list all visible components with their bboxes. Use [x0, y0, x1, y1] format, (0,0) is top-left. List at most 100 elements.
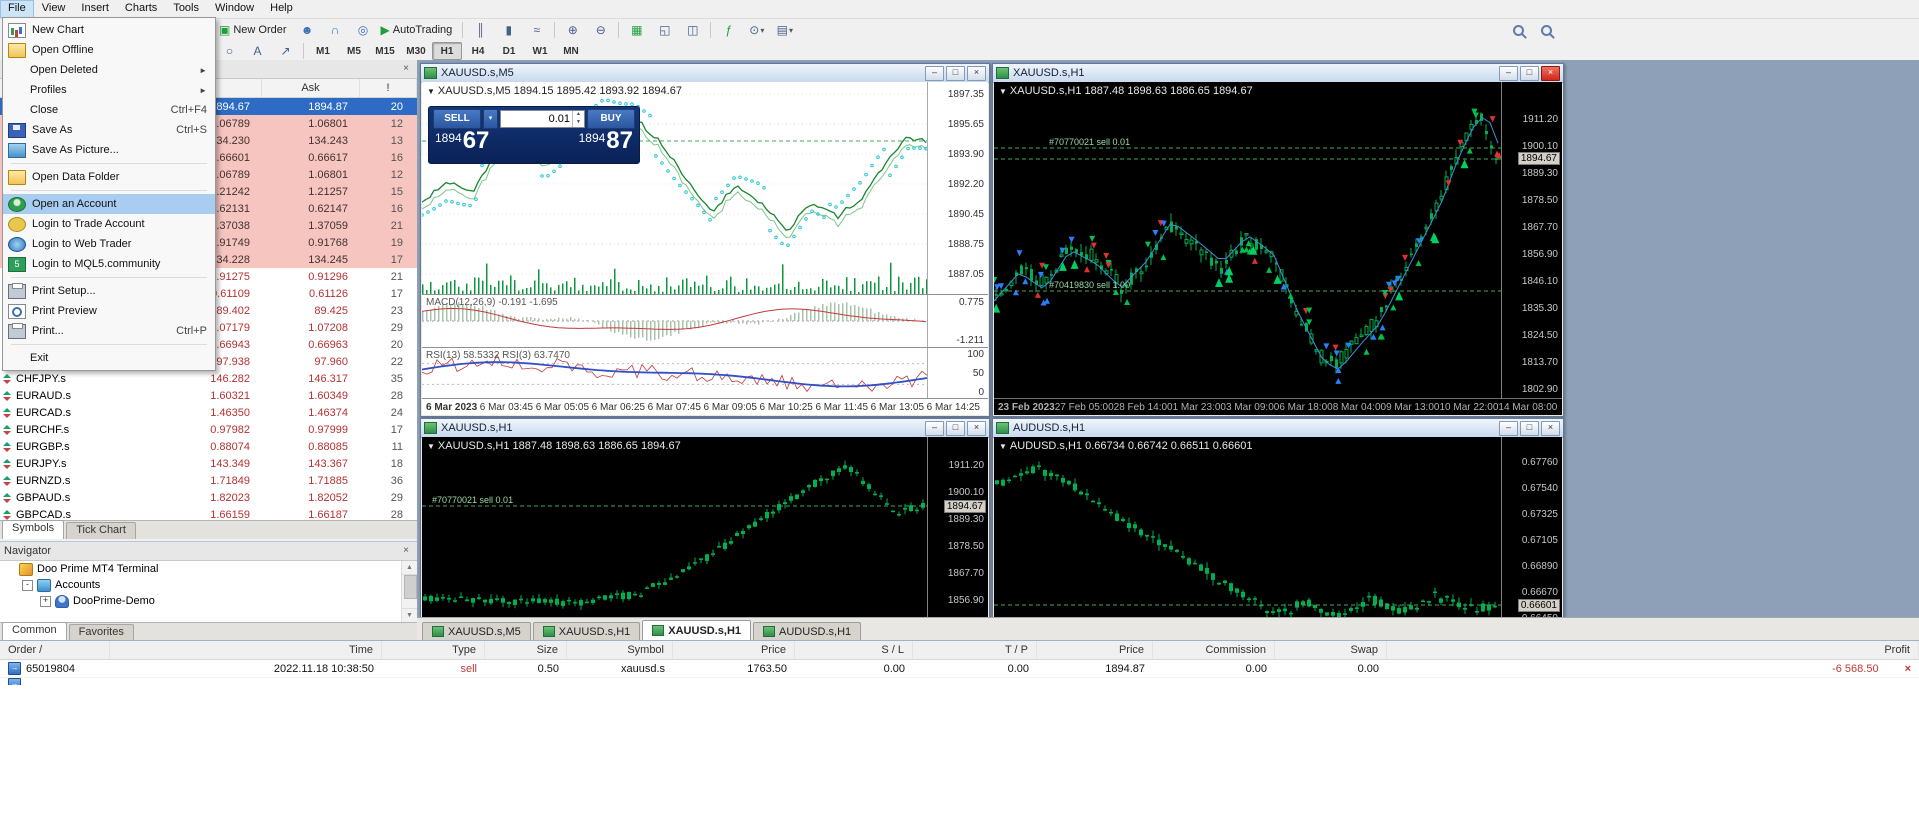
close-trade-icon[interactable]: × [1905, 663, 1911, 675]
file-menu-open-data-folder[interactable]: Open Data Folder [3, 167, 215, 187]
tf-m5-button[interactable]: M5 [339, 42, 369, 60]
menu-insert[interactable]: Insert [73, 0, 117, 18]
menu-separator[interactable] [3, 160, 215, 167]
menu-view[interactable]: View [34, 0, 74, 18]
buy-button[interactable]: BUY [587, 109, 635, 129]
search-button[interactable] [1505, 20, 1532, 41]
candlestick-button[interactable]: ▮ [495, 20, 522, 41]
close-button[interactable]: × [967, 66, 986, 81]
terminal-column-header[interactable]: Price [1037, 641, 1153, 659]
cascade-button[interactable]: ◱ [651, 20, 678, 41]
zoom-in-button[interactable]: ⊕ [559, 20, 586, 41]
chart-area[interactable]: ▼XAUUSD.s,H1 1887.48 1898.63 1886.65 189… [994, 82, 1562, 415]
shapes-button[interactable]: ○ [216, 41, 243, 62]
chart-menu-icon[interactable]: ▼ [427, 442, 435, 451]
price-chart-canvas[interactable]: #70770021 sell 0.01 [422, 437, 928, 617]
file-menu-open-an-account[interactable]: Open an Account [3, 194, 215, 214]
metaquotes-id-button[interactable]: ☻ [294, 20, 321, 41]
navigator-scrollbar[interactable]: ▲ ▼ [401, 561, 417, 622]
terminal-column-header[interactable]: Order / [0, 641, 110, 659]
column-spread[interactable]: ! [360, 79, 417, 97]
new-order-button[interactable]: ▣ New Order [216, 20, 293, 41]
chart-area[interactable]: ▼XAUUSD.s,M5 1894.15 1895.42 1893.92 189… [422, 82, 988, 415]
arrows-button[interactable]: ↗ [272, 41, 299, 62]
chart-window-xauusd-m5[interactable]: XAUUSD.s,M5 – □ × ▼XAUUSD.s,M5 1894.15 1… [420, 63, 990, 417]
nav-node-terminal[interactable]: Doo Prime MT4 Terminal [0, 561, 417, 577]
nav-node-dooprime-demo[interactable]: + DooPrime-Demo [0, 593, 417, 609]
tf-m30-button[interactable]: M30 [401, 42, 431, 60]
market-watch-row[interactable]: GBPCAD.s 1.66159 1.66187 28 [0, 506, 417, 520]
chart-window-xauusd-h1-active[interactable]: XAUUSD.s,H1 – □ × ▼XAUUSD.s,H1 1887.48 1… [992, 63, 1564, 417]
chart-menu-icon[interactable]: ▼ [999, 87, 1007, 96]
toolbar-spacer[interactable] [799, 20, 1504, 41]
close-icon[interactable]: × [399, 63, 413, 75]
menu-separator[interactable] [3, 274, 215, 281]
chart-window-audusd-h1[interactable]: AUDUSD.s,H1 – □ × ▼AUDUSD.s,H1 0.66734 0… [992, 418, 1564, 620]
menu-file[interactable]: File [0, 0, 34, 18]
file-menu-open-deleted[interactable]: Open Deleted ► [3, 60, 215, 80]
terminal-column-header[interactable]: Type [382, 641, 485, 659]
terminal-column-header[interactable]: Size [485, 641, 567, 659]
terminal-column-header[interactable]: Profit [1387, 641, 1919, 659]
close-button[interactable]: × [1541, 421, 1560, 436]
market-watch-row[interactable]: GBPAUD.s 1.82023 1.82052 29 [0, 489, 417, 506]
menu-separator[interactable] [3, 341, 215, 348]
zoom-out-button[interactable]: ⊖ [587, 20, 614, 41]
chart-window-titlebar[interactable]: XAUUSD.s,M5 – □ × [421, 64, 989, 83]
chart-menu-icon[interactable]: ▼ [427, 87, 435, 96]
minimize-button[interactable]: – [925, 421, 944, 436]
close-button[interactable]: × [1541, 66, 1560, 81]
autotrading-button[interactable]: ▶ AutoTrading [378, 20, 459, 41]
chart-tab-audusd-h1[interactable]: AUDUSD.s,H1 [753, 622, 861, 640]
market-watch-row[interactable]: EURAUD.s 1.60321 1.60349 28 [0, 387, 417, 404]
chart-tab-xauusd-h1-b[interactable]: XAUUSD.s,H1 [642, 620, 751, 640]
trade-row[interactable]: → 65019804 2022.11.18 10:38:50 sell 0.50… [0, 660, 1919, 677]
chart-window-titlebar[interactable]: XAUUSD.s,H1 – □ × [421, 419, 989, 438]
tf-h4-button[interactable]: H4 [463, 42, 493, 60]
terminal-column-header[interactable]: Commission [1153, 641, 1275, 659]
menu-window[interactable]: Window [207, 0, 262, 18]
support-button[interactable]: ∩ [322, 20, 349, 41]
file-menu-new-chart[interactable]: New Chart [3, 20, 215, 40]
tf-m15-button[interactable]: M15 [370, 42, 400, 60]
toolbar-separator[interactable] [462, 22, 463, 38]
web-button[interactable]: ◎ [350, 20, 377, 41]
market-watch-row[interactable]: EURJPY.s 143.349 143.367 18 [0, 455, 417, 472]
order-type-dropdown[interactable]: ▾ [483, 109, 498, 129]
toolbar-separator[interactable] [618, 22, 619, 38]
market-watch-row[interactable]: EURCAD.s 1.46350 1.46374 24 [0, 404, 417, 421]
tab-common[interactable]: Common [2, 622, 67, 641]
terminal-column-header[interactable]: S / L [795, 641, 913, 659]
file-menu-save-as-picture[interactable]: Save As Picture... [3, 140, 215, 160]
chart-area[interactable]: ▼XAUUSD.s,H1 1887.48 1898.63 1886.65 189… [422, 437, 988, 618]
spin-up-icon[interactable]: ▲ [573, 111, 584, 119]
file-menu-login-trade-account[interactable]: Login to Trade Account [3, 214, 215, 234]
tree-expander-icon[interactable]: - [22, 580, 33, 591]
bar-chart-button[interactable]: ║ [467, 20, 494, 41]
text-button[interactable]: A [244, 41, 271, 62]
toolbar-separator[interactable] [554, 22, 555, 38]
tree-expander-icon[interactable]: + [40, 596, 51, 607]
chart-tab-xauusd-m5[interactable]: XAUUSD.s,M5 [422, 622, 531, 640]
column-ask[interactable]: Ask [262, 79, 360, 97]
file-menu-print-setup[interactable]: Print Setup... [3, 281, 215, 301]
file-menu-print[interactable]: Print... Ctrl+P [3, 321, 215, 341]
file-menu-open-offline[interactable]: Open Offline [3, 40, 215, 60]
file-menu-exit[interactable]: Exit [3, 348, 215, 368]
chart-window-titlebar[interactable]: AUDUSD.s,H1 – □ × [993, 419, 1563, 438]
file-menu-login-mql5[interactable]: Login to MQL5.community [3, 254, 215, 274]
community-search-button[interactable] [1533, 20, 1560, 41]
tab-symbols[interactable]: Symbols [2, 520, 64, 539]
price-chart-canvas[interactable] [994, 437, 1502, 617]
minimize-button[interactable]: – [925, 66, 944, 81]
chart-tab-xauusd-h1-a[interactable]: XAUUSD.s,H1 [533, 622, 641, 640]
terminal-column-header[interactable]: Symbol [567, 641, 673, 659]
tf-d1-button[interactable]: D1 [494, 42, 524, 60]
scroll-down-icon[interactable]: ▼ [402, 608, 417, 622]
templates-button[interactable]: ▤ ▾ [771, 20, 798, 41]
minimize-button[interactable]: – [1499, 66, 1518, 81]
price-chart-canvas[interactable]: #70770021 sell 0.01#70419830 sell 1.00 [994, 82, 1502, 398]
close-icon[interactable]: × [399, 545, 413, 557]
file-menu-close[interactable]: Close Ctrl+F4 [3, 100, 215, 120]
file-menu-print-preview[interactable]: Print Preview [3, 301, 215, 321]
